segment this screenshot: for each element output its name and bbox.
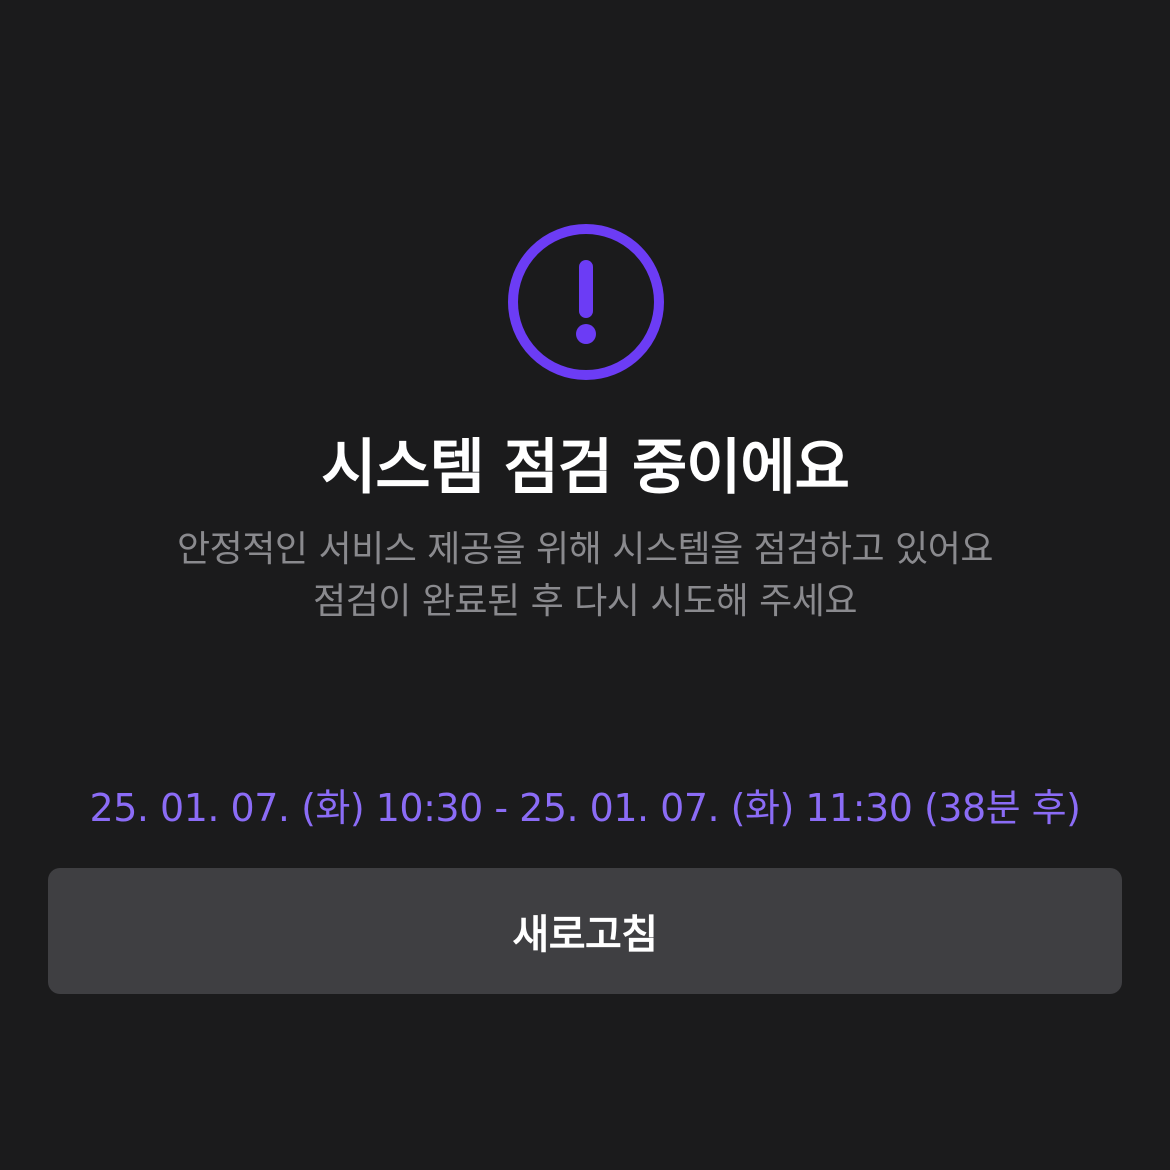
description-line-2: 점검이 완료된 후 다시 시도해 주세요	[312, 581, 858, 622]
exclamation-circle-icon	[506, 222, 666, 382]
description-line-1: 안정적인 서비스 제공을 위해 시스템을 점검하고 있어요	[177, 529, 993, 570]
maintenance-description: 안정적인 서비스 제공을 위해 시스템을 점검하고 있어요 점검이 완료된 후 …	[0, 524, 1170, 628]
maintenance-screen: 시스템 점검 중이에요 안정적인 서비스 제공을 위해 시스템을 점검하고 있어…	[0, 0, 1170, 1170]
maintenance-schedule: 25. 01. 07. (화) 10:30 - 25. 01. 07. (화) …	[89, 786, 1081, 830]
refresh-button[interactable]: 새로고침	[48, 868, 1122, 994]
page-title: 시스템 점검 중이에요	[321, 433, 850, 503]
